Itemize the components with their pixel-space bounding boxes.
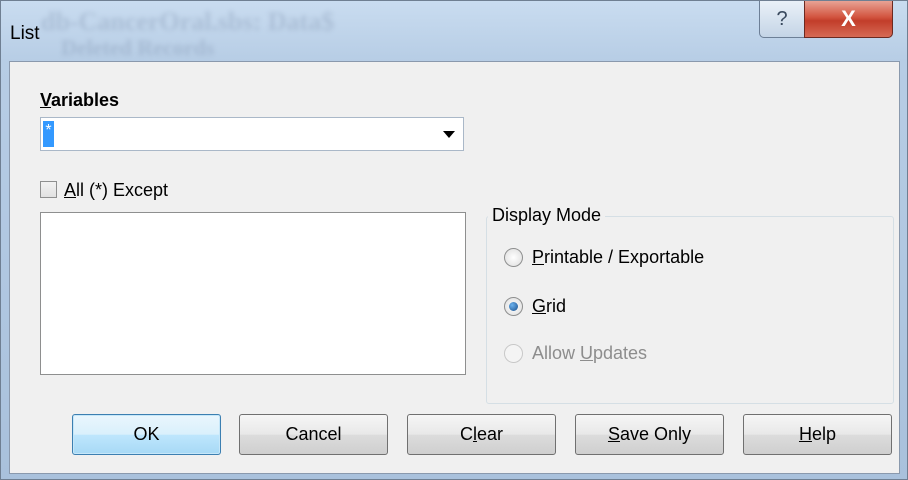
variables-label: Variables [40, 90, 120, 110]
except-variables-list[interactable] [40, 212, 466, 375]
dropdown-arrow-icon[interactable] [443, 131, 455, 138]
background-window-title: db-CancerOral.sbs: Data$ [41, 7, 335, 36]
save-only-button[interactable]: Save Only [575, 414, 724, 455]
grid-radio[interactable] [504, 297, 523, 316]
ok-button[interactable]: OK [72, 414, 221, 455]
all-except-checkbox[interactable] [40, 181, 57, 198]
question-mark-icon: ? [776, 7, 788, 30]
dialog-body: Variables * All (*) Except Display Mode … [9, 61, 900, 474]
grid-label[interactable]: Grid [532, 296, 566, 317]
printable-exportable-radio[interactable] [504, 248, 523, 267]
dialog-title: List [10, 23, 40, 44]
allow-updates-radio [504, 344, 523, 363]
variables-value: * [43, 121, 54, 147]
close-icon: X [841, 6, 856, 31]
help-title-button[interactable]: ? [759, 1, 805, 38]
printable-exportable-label[interactable]: Printable / Exportable [532, 247, 704, 268]
list-dialog: db-CancerOral.sbs: Data$ Deleted Records… [0, 0, 908, 480]
allow-updates-label: Allow Updates [532, 343, 648, 363]
display-mode-title: Display Mode [488, 205, 606, 226]
background-window-subtitle: Deleted Records [61, 35, 215, 60]
close-button[interactable]: X [804, 1, 893, 38]
title-bar[interactable]: db-CancerOral.sbs: Data$ Deleted Records… [1, 1, 907, 61]
help-button[interactable]: Help [743, 414, 892, 455]
clear-button[interactable]: Clear [407, 414, 556, 455]
variables-combobox[interactable]: * [40, 117, 464, 151]
all-except-label[interactable]: All (*) Except [64, 180, 168, 201]
cancel-button[interactable]: Cancel [239, 414, 388, 455]
